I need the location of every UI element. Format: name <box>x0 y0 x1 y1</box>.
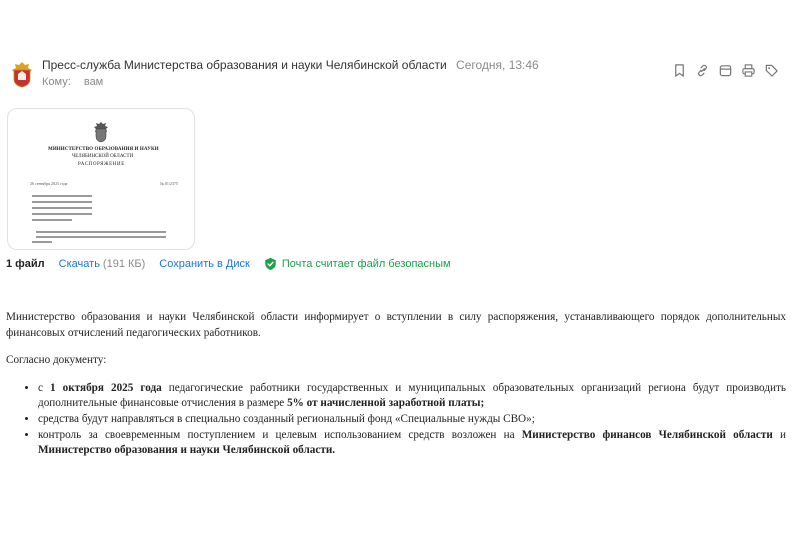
bookmark-icon <box>675 64 684 77</box>
file-size: (191 КБ) <box>102 258 146 270</box>
tag-button[interactable] <box>763 62 780 79</box>
message-body: Министерство образования и науки Челябин… <box>6 310 786 459</box>
attachment-count: 1 файл <box>6 258 45 270</box>
list-item: с 1 октября 2025 года педагогические раб… <box>38 381 786 412</box>
bullet-text: контроль за своевременным поступлением и… <box>38 428 522 441</box>
to-label: Кому: <box>42 76 71 88</box>
doc-text-line <box>32 219 72 221</box>
doc-text-line <box>36 231 166 233</box>
bullet-bold-ministry-finance: Министерство финансов Челябинской област… <box>521 428 773 441</box>
doc-number: № 01/2375 <box>160 181 178 186</box>
doc-date: 26 сентября 2025 года <box>30 181 68 186</box>
link-icon <box>698 64 707 77</box>
doc-text-line <box>36 236 166 238</box>
recipient-line: Кому: вам <box>42 76 103 88</box>
doc-text-line <box>32 213 92 215</box>
body-bullet-list: с 1 октября 2025 года педагогические раб… <box>6 381 786 459</box>
doc-text-line <box>32 241 52 243</box>
calendar-button[interactable] <box>717 62 734 79</box>
list-item: контроль за своевременным поступлением и… <box>38 428 786 459</box>
doc-title-line3: РАСПОРЯЖЕНИЕ <box>78 162 125 167</box>
doc-title-line1: МИНИСТЕРСТВО ОБРАЗОВАНИЯ И НАУКИ <box>48 147 159 152</box>
bullet-text: с <box>38 381 51 394</box>
safe-file-status: Почта считает файл безопасным <box>264 257 451 271</box>
to-value: вам <box>83 76 104 88</box>
doc-text-line <box>32 207 92 209</box>
calendar-icon <box>719 65 732 77</box>
save-to-disk-link[interactable]: Сохранить в Диск <box>159 258 250 270</box>
bullet-text: и <box>772 428 786 441</box>
print-icon <box>742 64 755 77</box>
bullet-bold-rate: 5% от начисленной заработной платы; <box>287 397 485 410</box>
doc-text-line <box>32 195 92 197</box>
bookmark-button[interactable] <box>671 62 688 79</box>
copy-link-button[interactable] <box>694 62 711 79</box>
safe-file-text: Почта считает файл безопасным <box>281 258 451 270</box>
sender-name[interactable]: Пресс-служба Министерства образования и … <box>42 58 447 72</box>
shield-check-icon <box>265 257 276 271</box>
sender-avatar[interactable] <box>8 60 36 88</box>
document-thumbnail: МИНИСТЕРСТВО ОБРАЗОВАНИЯ И НАУКИ ЧЕЛЯБИН… <box>8 109 194 249</box>
attachment-bar: 1 файл Скачать (191 КБ) Сохранить в Диск… <box>6 257 451 271</box>
list-item: средства будут направляться в специально… <box>38 412 786 428</box>
attachment-preview[interactable]: МИНИСТЕРСТВО ОБРАЗОВАНИЯ И НАУКИ ЧЕЛЯБИН… <box>7 108 195 250</box>
bullet-bold-date: 1 октября 2025 года <box>50 381 162 394</box>
bullet-bold-ministry-education: Министерство образования и науки Челябин… <box>38 444 336 457</box>
sender-line: Пресс-служба Министерства образования и … <box>42 58 539 72</box>
doc-title-line2: ЧЕЛЯБИНСКОЙ ОБЛАСТИ <box>72 154 134 159</box>
document-emblem-icon <box>94 122 108 143</box>
bullet-text: средства будут направляться в специально… <box>38 412 535 425</box>
body-according: Согласно документу: <box>6 354 107 367</box>
message-toolbar <box>671 62 780 79</box>
print-button[interactable] <box>740 62 757 79</box>
message-header: Пресс-служба Министерства образования и … <box>0 52 800 92</box>
body-intro: Министерство образования и науки Челябин… <box>6 311 786 339</box>
chelyabinsk-emblem-icon <box>12 62 32 88</box>
tag-icon <box>765 64 778 77</box>
download-link[interactable]: Скачать <box>59 258 100 270</box>
message-date: Сегодня, 13:46 <box>456 58 539 72</box>
doc-text-line <box>32 201 92 203</box>
